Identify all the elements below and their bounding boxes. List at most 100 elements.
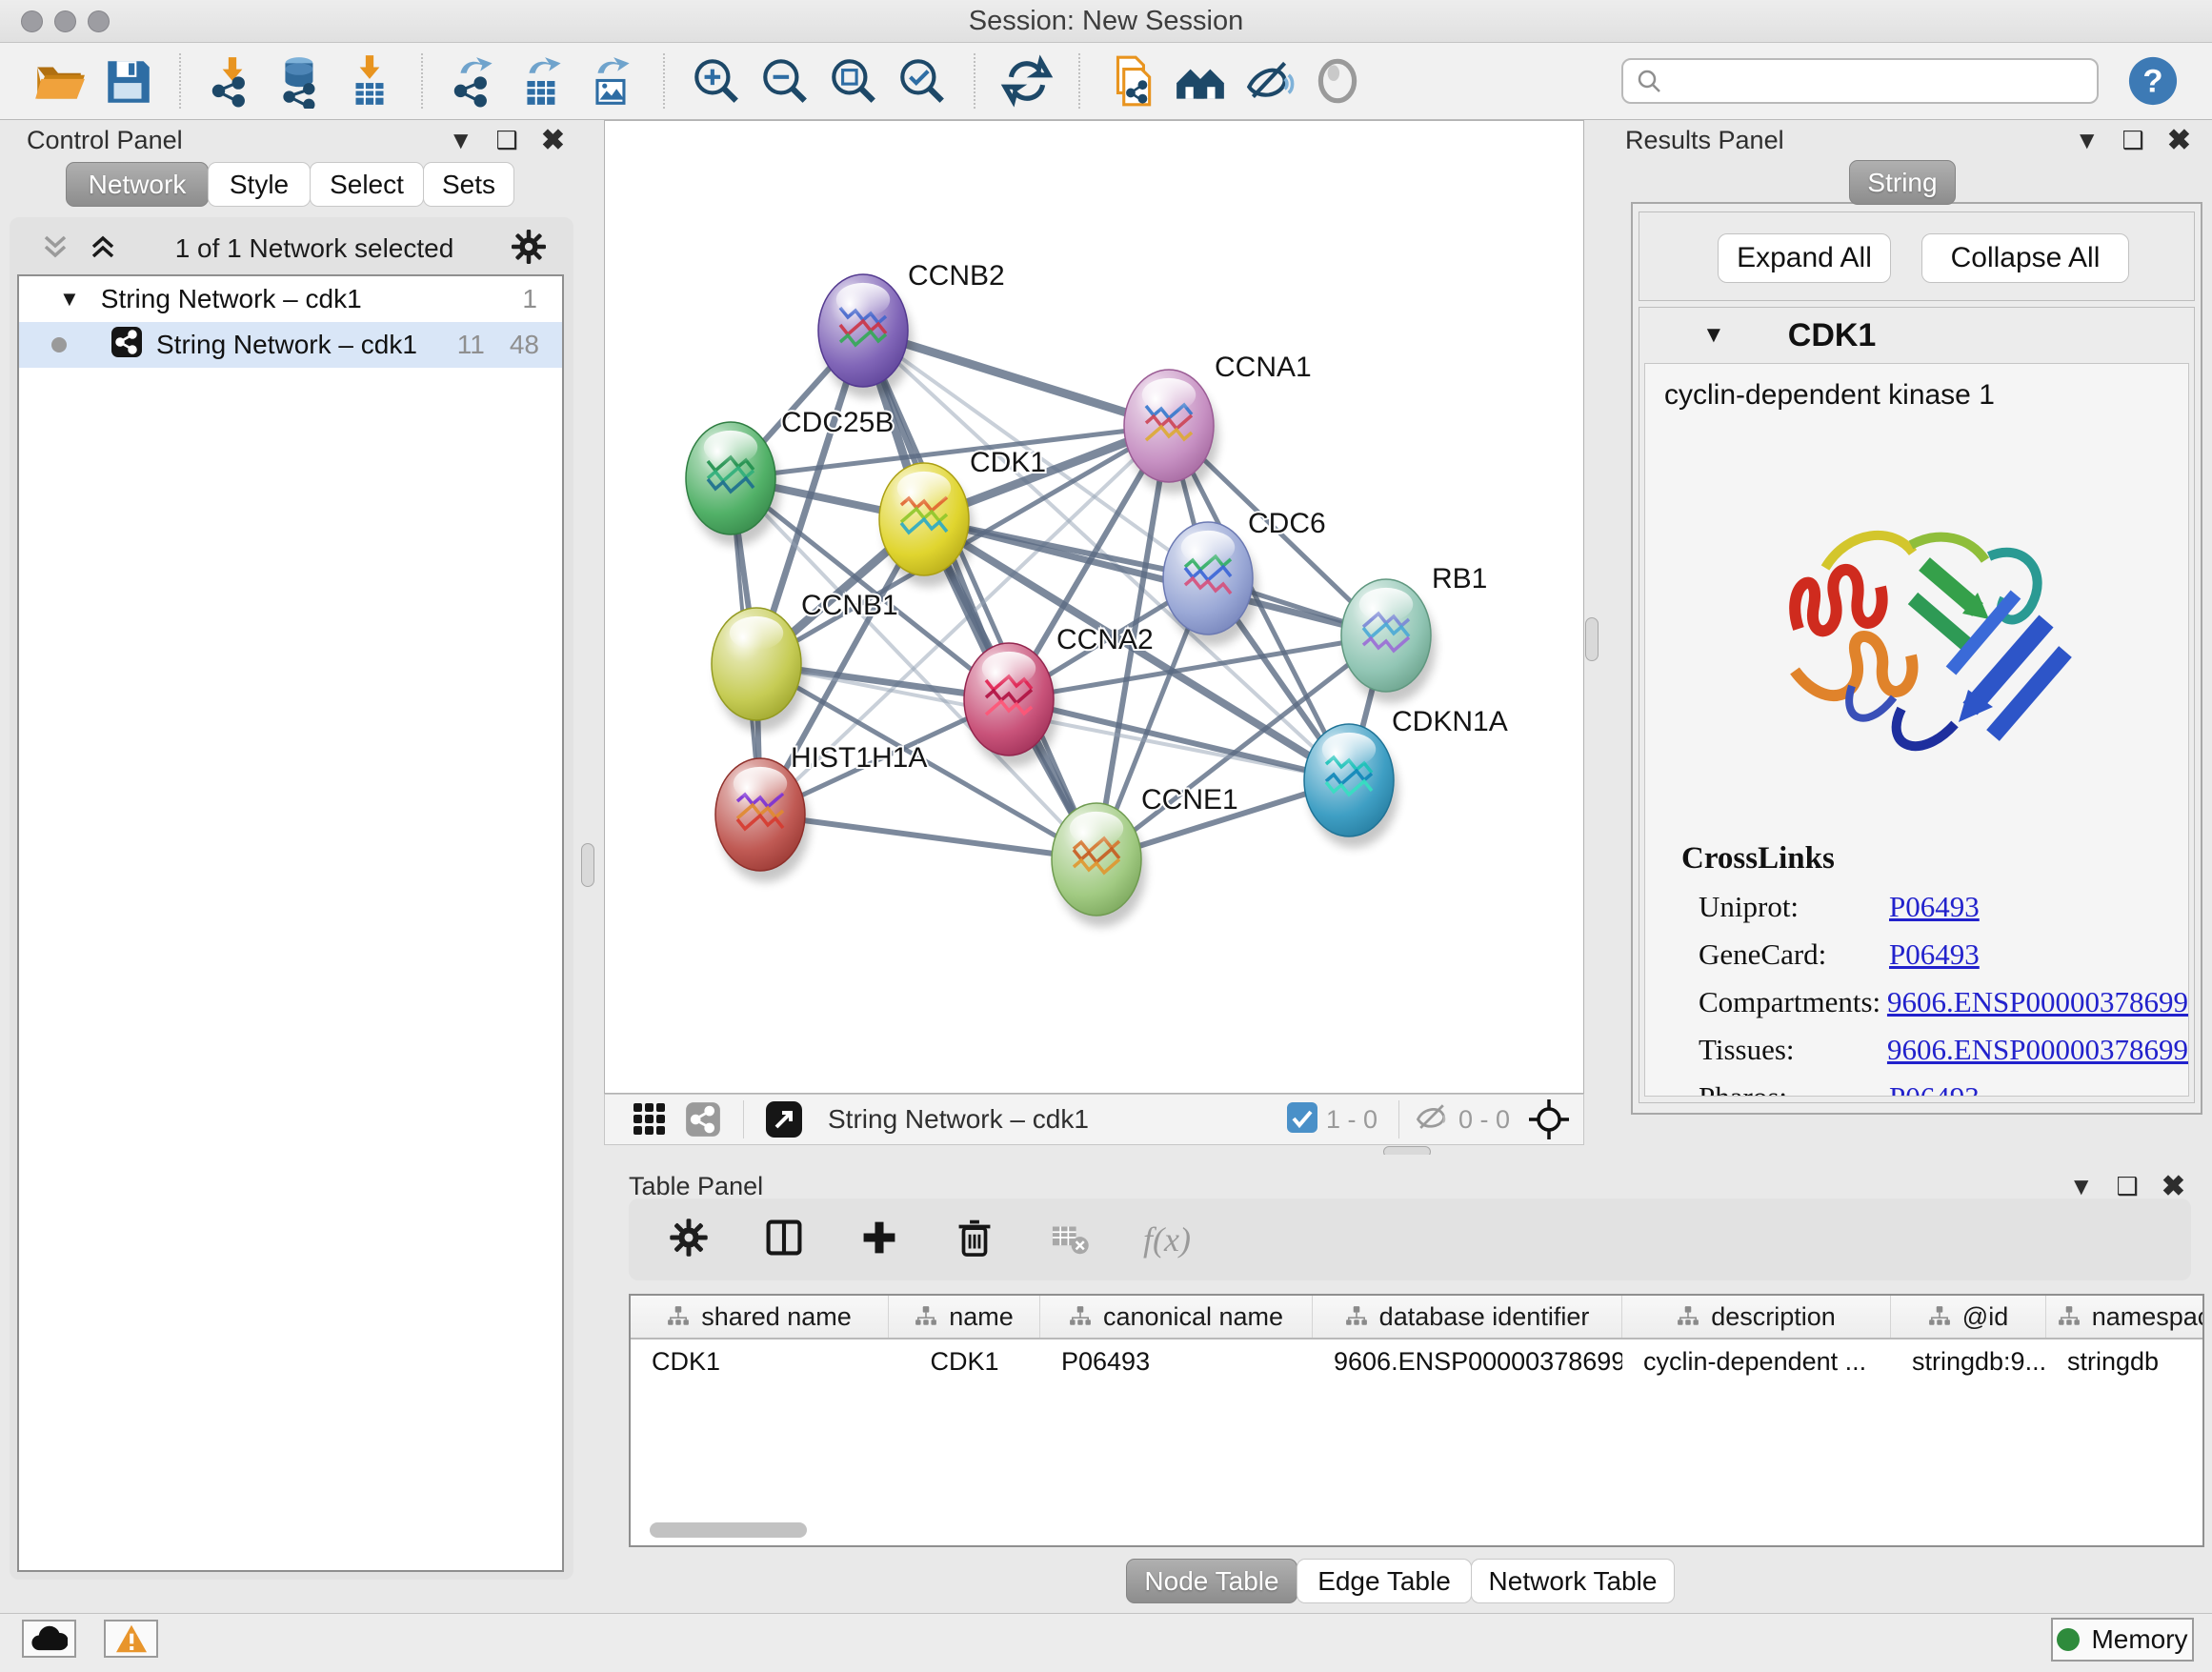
memory-button[interactable]: Memory (2051, 1618, 2194, 1662)
current-network-title: String Network – cdk1 (828, 1104, 1089, 1135)
export-table-icon[interactable] (513, 51, 573, 111)
zoom-fit-content-icon[interactable] (824, 51, 883, 111)
network-overview-icon[interactable] (681, 1098, 725, 1141)
import-table-file-icon[interactable] (340, 51, 399, 111)
add-column-icon[interactable] (857, 1216, 901, 1264)
panel-float-icon[interactable]: ❑ (496, 126, 518, 155)
tab-network-table[interactable]: Network Table (1471, 1559, 1675, 1603)
column-header--id[interactable]: @id (1891, 1296, 2046, 1338)
network-collection-row[interactable]: ▼ String Network – cdk1 1 (19, 276, 562, 322)
table-row[interactable]: CDK1CDK1P064939606.ENSP00000378699cyclin… (631, 1340, 2202, 1383)
results-panel-controls: ▼ ❑ ✖ (2075, 124, 2191, 157)
gene-collapse-icon[interactable]: ▼ (1702, 322, 1725, 349)
panel-float-icon[interactable]: ❑ (2122, 126, 2144, 155)
tab-network[interactable]: Network (66, 162, 209, 207)
crosslink-link[interactable]: P06493 (1889, 937, 1980, 972)
zoom-in-icon[interactable] (687, 51, 746, 111)
network-node[interactable] (1304, 724, 1398, 848)
crosslink-link[interactable]: 9606.ENSP00000378699 (1887, 985, 2188, 1019)
import-network-database-icon[interactable] (271, 51, 331, 111)
show-columns-icon[interactable] (762, 1216, 806, 1264)
refresh-network-icon[interactable] (997, 51, 1056, 111)
open-session-icon[interactable] (30, 51, 89, 111)
table-cell[interactable]: 9606.ENSP00000378699 (1313, 1347, 1622, 1377)
network-node[interactable] (1163, 522, 1257, 646)
panel-menu-icon[interactable]: ▼ (2075, 126, 2100, 155)
tab-edge-table[interactable]: Edge Table (1297, 1559, 1472, 1603)
network-node[interactable] (712, 608, 806, 732)
crosslink-link[interactable]: P06493 (1889, 890, 1980, 924)
network-node[interactable] (1341, 579, 1436, 703)
table-cell[interactable]: P06493 (1040, 1347, 1313, 1377)
column-header-canonical-name[interactable]: canonical name (1040, 1296, 1313, 1338)
help-icon[interactable]: ? (2123, 51, 2182, 111)
collapse-all-button[interactable]: Collapse All (1921, 233, 2129, 283)
table-cell[interactable]: CDK1 (889, 1347, 1040, 1377)
highlight-icon[interactable] (1308, 51, 1367, 111)
network-node[interactable] (818, 274, 913, 398)
network-graph[interactable]: CCNB2CCNA1CDC25BCDK1CDC6RB1CCNB1CCNA2CDK… (605, 121, 1583, 1093)
table-cell[interactable]: stringdb (2046, 1347, 2204, 1377)
delete-table-icon[interactable] (1048, 1216, 1092, 1264)
clone-network-icon[interactable] (1102, 51, 1161, 111)
column-header-description[interactable]: description (1622, 1296, 1891, 1338)
search-input[interactable] (1663, 66, 2067, 97)
network-node[interactable] (715, 758, 810, 882)
network-canvas[interactable]: CCNB2CCNA1CDC25BCDK1CDC6RB1CCNB1CCNA2CDK… (604, 120, 1584, 1094)
panel-close-icon[interactable]: ✖ (2167, 124, 2191, 157)
zoom-selected-icon[interactable] (893, 51, 952, 111)
main-toolbar: ? (0, 43, 2212, 120)
gene-section-header[interactable]: ▼ CDK1 (1639, 308, 2194, 363)
hide-unselected-icon[interactable] (1239, 51, 1298, 111)
network-options-gear-icon[interactable] (509, 227, 549, 272)
open-home-icon[interactable] (1171, 51, 1230, 111)
fit-crosshair-icon[interactable] (1522, 1098, 1576, 1141)
table-cell[interactable]: CDK1 (631, 1347, 889, 1377)
network-edge[interactable] (863, 331, 1096, 859)
tab-node-table[interactable]: Node Table (1126, 1559, 1297, 1603)
network-edge[interactable] (760, 815, 1096, 859)
column-header-name[interactable]: name (889, 1296, 1040, 1338)
warning-status-button[interactable] (104, 1620, 158, 1658)
export-image-icon[interactable] (582, 51, 641, 111)
network-node[interactable] (879, 463, 974, 587)
panel-menu-icon[interactable]: ▼ (2069, 1172, 2094, 1201)
function-builder-icon[interactable]: f(x) (1143, 1219, 1191, 1259)
table-cell[interactable]: stringdb:9... (1891, 1347, 2046, 1377)
expand-all-chevron-icon[interactable] (86, 230, 120, 269)
crosslink-link[interactable]: 9606.ENSP00000378699 (1887, 1033, 2188, 1067)
delete-column-trash-icon[interactable] (953, 1216, 996, 1264)
search-field[interactable] (1621, 58, 2099, 104)
tab-string[interactable]: String (1849, 160, 1956, 205)
tab-sets[interactable]: Sets (423, 162, 514, 207)
tab-style[interactable]: Style (208, 162, 311, 207)
table-horizontal-scrollbar[interactable] (650, 1522, 807, 1538)
export-network-icon[interactable] (445, 51, 504, 111)
table-settings-gear-icon[interactable] (667, 1216, 711, 1264)
save-session-icon[interactable] (98, 51, 157, 111)
birdseye-grid-icon[interactable] (628, 1098, 672, 1141)
column-header-shared-name[interactable]: shared name (631, 1296, 889, 1338)
collection-collapse-icon[interactable]: ▼ (59, 287, 80, 312)
expand-all-button[interactable]: Expand All (1718, 233, 1891, 283)
left-splitter-handle[interactable] (581, 843, 594, 887)
export-view-icon[interactable] (762, 1098, 806, 1141)
panel-float-icon[interactable]: ❑ (2117, 1172, 2139, 1201)
tab-select[interactable]: Select (310, 162, 424, 207)
selected-checkbox-icon[interactable] (1286, 1101, 1318, 1138)
import-network-file-icon[interactable] (203, 51, 262, 111)
zoom-out-icon[interactable] (755, 51, 814, 111)
cloud-status-button[interactable] (22, 1620, 76, 1658)
table-cell[interactable]: cyclin-dependent ... (1622, 1347, 1891, 1377)
collapse-all-chevron-icon[interactable] (38, 230, 72, 269)
panel-menu-icon[interactable]: ▼ (449, 126, 473, 155)
crosslink-link[interactable]: P06493 (1889, 1080, 1980, 1097)
network-node[interactable] (964, 643, 1058, 767)
hidden-eye-slash-icon[interactable] (1413, 1098, 1451, 1141)
network-row[interactable]: String Network – cdk1 11 48 (19, 322, 562, 368)
column-header-namespace[interactable]: namespace (2046, 1296, 2204, 1338)
node-table[interactable]: shared namenamecanonical namedatabase id… (629, 1294, 2204, 1547)
panel-close-icon[interactable]: ✖ (541, 124, 565, 157)
column-header-database-identifier[interactable]: database identifier (1313, 1296, 1622, 1338)
network-node[interactable] (1052, 803, 1146, 927)
